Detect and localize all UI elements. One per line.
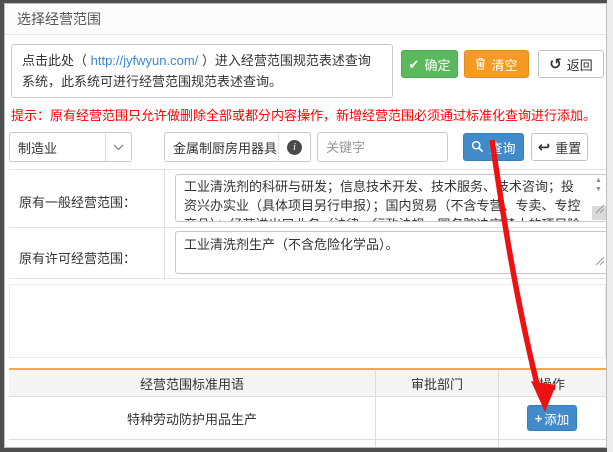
- info-box: 点击此处（ http://jyfwyun.com/ ）进入经营范围规范表述查询系…: [11, 44, 393, 98]
- clear-button[interactable]: 清空: [464, 50, 529, 78]
- search-button[interactable]: 查询: [463, 133, 524, 161]
- undo-icon: ↺: [549, 57, 562, 72]
- scroll-up-icon: ▲: [595, 177, 602, 184]
- reset-button[interactable]: ↩ 重置: [531, 133, 588, 161]
- table-header-row: 经营范围标准用语 审批部门 操作: [9, 370, 606, 397]
- general-scope-label: 原有一般经营范围：: [19, 192, 136, 211]
- chevron-down-icon: [105, 133, 131, 161]
- dialog-select-business-scope: 选择经营范围 点击此处（ http://jyfwyun.com/ ）进入经营范围…: [4, 3, 607, 448]
- industry-term-box[interactable]: 金属制厨房用器具 i: [164, 132, 311, 162]
- standard-terms-table: 经营范围标准用语 审批部门 操作 特种劳动防护用品生产 +添加 门窗制造加工 +…: [9, 368, 606, 448]
- grid-divider: [9, 227, 606, 228]
- industry-term-value: 金属制厨房用器具: [165, 138, 278, 157]
- page-frame: 选择经营范围 点击此处（ http://jyfwyun.com/ ）进入经营范围…: [0, 0, 613, 452]
- header-dept: 审批部门: [375, 370, 498, 396]
- action-cell: +添加: [498, 440, 605, 448]
- scroll-down-icon: ▼: [595, 186, 602, 193]
- dept-cell: [375, 440, 498, 448]
- textarea-resize-grip[interactable]: [595, 200, 605, 219]
- reset-button-label: 重置: [555, 138, 581, 157]
- jyfwyun-link[interactable]: http://jyfwyun.com/: [91, 53, 199, 68]
- back-button[interactable]: ↺ 返回: [538, 50, 604, 78]
- confirm-button-label: 确定: [424, 55, 450, 74]
- info-text-prefix: 点击此处（: [22, 53, 91, 68]
- info-icon[interactable]: i: [278, 133, 310, 161]
- reply-arrow-icon: ↩: [538, 140, 551, 155]
- add-button-label: 添加: [544, 409, 569, 428]
- table-row: 门窗制造加工 +添加: [9, 440, 606, 448]
- plus-icon: +: [535, 411, 543, 426]
- header-action: 操作: [498, 370, 605, 396]
- licensed-scope-text: 工业清洗剂生产（不含危险化学品）。: [184, 237, 399, 252]
- licensed-scope-label: 原有许可经营范围：: [19, 248, 136, 267]
- add-button[interactable]: +添加: [527, 405, 577, 431]
- industry-category-select[interactable]: 制造业: [9, 132, 132, 162]
- page-title: 选择经营范围: [5, 4, 101, 35]
- search-icon: [471, 140, 484, 155]
- trash-icon: [475, 57, 486, 72]
- header-term: 经营范围标准用语: [9, 370, 375, 396]
- back-button-label: 返回: [567, 55, 593, 74]
- term-cell: 特种劳动防护用品生产: [9, 397, 375, 439]
- industry-category-value: 制造业: [10, 138, 105, 157]
- textarea-resize-grip[interactable]: [595, 252, 605, 271]
- dialog-titlebar: 选择经营范围: [5, 4, 606, 35]
- search-button-label: 查询: [489, 138, 515, 157]
- term-cell: 门窗制造加工: [9, 440, 375, 448]
- confirm-button[interactable]: ✔ 确定: [401, 50, 458, 78]
- table-row: 特种劳动防护用品生产 +添加: [9, 397, 606, 440]
- licensed-scope-textarea[interactable]: 工业清洗剂生产（不含危险化学品）。: [175, 231, 607, 274]
- empty-result-panel: [9, 284, 606, 358]
- check-icon: ✔: [409, 58, 420, 71]
- page-right-strip: [607, 0, 613, 452]
- textarea-scrollbar[interactable]: ▲▼: [591, 176, 606, 194]
- clear-button-label: 清空: [491, 55, 517, 74]
- grid-divider: [164, 170, 165, 280]
- general-scope-text: 工业清洗剂的科研与研发；信息技术开发、技术服务、技术咨询；投资兴办实业（具体项目…: [184, 179, 581, 222]
- scope-grid: 原有一般经营范围： 原有许可经营范围： 工业清洗剂的科研与研发；信息技术开发、技…: [9, 169, 606, 279]
- keyword-input[interactable]: [317, 132, 448, 162]
- hint-text: 提示：原有经营范围只允许做删除全部或都分内容操作，新增经营范围必须通过标准化查询…: [11, 105, 603, 124]
- action-cell: +添加: [498, 397, 605, 439]
- general-scope-textarea[interactable]: 工业清洗剂的科研与研发；信息技术开发、技术服务、技术咨询；投资兴办实业（具体项目…: [175, 174, 607, 222]
- dept-cell: [375, 397, 498, 439]
